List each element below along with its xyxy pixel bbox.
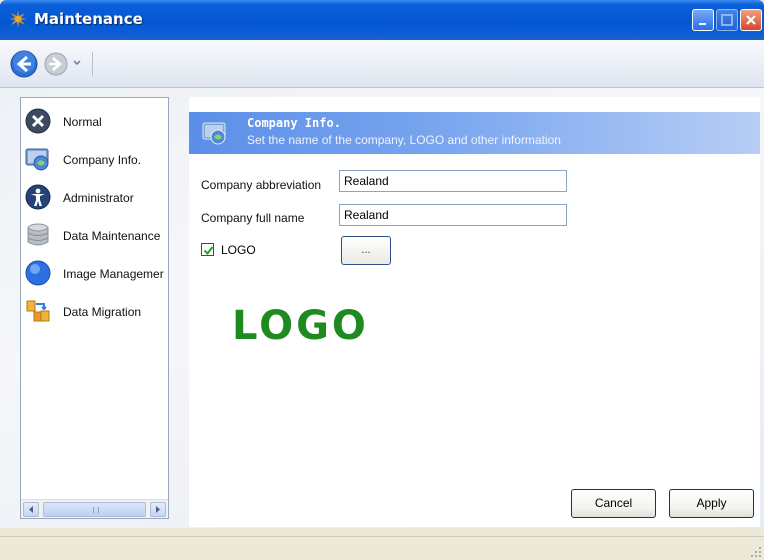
horizontal-scrollbar[interactable] <box>21 499 168 518</box>
apply-button[interactable]: Apply <box>669 489 754 518</box>
company-abbreviation-label: Company abbreviation <box>201 178 322 192</box>
company-full-name-input[interactable] <box>339 204 567 226</box>
sidebar-item-label: Data Migration <box>63 305 142 319</box>
sidebar-item-data-migration[interactable]: Data Migration <box>25 296 167 328</box>
panel-header: Company Info. Set the name of the compan… <box>189 112 760 154</box>
close-icon <box>746 15 756 25</box>
status-bar <box>0 536 764 560</box>
company-info-icon <box>202 122 226 145</box>
app-icon <box>9 10 27 28</box>
sidebar-item-normal[interactable]: Normal <box>25 106 167 138</box>
toolbar-separator <box>92 52 93 76</box>
sidebar-item-data-maintenance[interactable]: Data Maintenance <box>25 220 167 252</box>
window-title: Maintenance <box>34 10 143 28</box>
sidebar-item-image-management[interactable]: Image Managemer <box>25 258 167 290</box>
panel-title: Company Info. <box>247 116 341 130</box>
checkmark-icon <box>203 246 214 256</box>
sidebar: Normal Company Info. Administrator Data … <box>20 97 169 519</box>
maximize-icon <box>721 14 733 26</box>
browse-logo-button[interactable]: ... <box>341 236 391 265</box>
forward-arrow-icon[interactable] <box>44 52 68 76</box>
logo-checkbox-label: LOGO <box>221 243 256 257</box>
image-management-icon <box>25 260 51 286</box>
minimize-button[interactable] <box>692 9 714 31</box>
company-full-name-label: Company full name <box>201 211 305 225</box>
logo-preview: LOGO <box>232 303 369 349</box>
cancel-button[interactable]: Cancel <box>571 489 656 518</box>
administrator-icon <box>25 184 51 210</box>
navigation-toolbar <box>0 40 764 88</box>
sidebar-item-label: Company Info. <box>63 153 142 167</box>
sidebar-item-label: Administrator <box>63 191 134 205</box>
normal-icon <box>25 108 51 134</box>
sidebar-item-administrator[interactable]: Administrator <box>25 182 167 214</box>
scroll-left-button[interactable] <box>23 502 39 517</box>
company-info-panel: Company Info. Set the name of the compan… <box>189 97 760 527</box>
scroll-grip <box>93 507 99 513</box>
panel-subtitle: Set the name of the company, LOGO and ot… <box>247 133 561 147</box>
chevron-left-icon <box>29 506 33 513</box>
title-bar: Maintenance <box>0 0 764 40</box>
data-migration-icon <box>26 300 50 322</box>
minimize-icon <box>699 23 706 25</box>
sidebar-item-label: Data Maintenance <box>63 229 161 243</box>
sidebar-item-label: Image Managemer <box>63 267 164 281</box>
sidebar-item-company-info[interactable]: Company Info. <box>25 144 167 176</box>
close-button[interactable] <box>740 9 762 31</box>
chevron-right-icon <box>156 506 160 513</box>
back-arrow-icon[interactable] <box>10 50 38 78</box>
company-info-icon <box>25 148 49 171</box>
database-icon <box>27 223 49 246</box>
logo-checkbox[interactable] <box>201 243 214 256</box>
scroll-thumb[interactable] <box>43 502 146 517</box>
scroll-right-button[interactable] <box>150 502 166 517</box>
chevron-down-icon[interactable] <box>72 58 82 68</box>
maximize-button[interactable] <box>716 9 738 31</box>
resize-grip-icon[interactable] <box>750 546 762 558</box>
sidebar-item-label: Normal <box>63 115 102 129</box>
company-abbreviation-input[interactable] <box>339 170 567 192</box>
